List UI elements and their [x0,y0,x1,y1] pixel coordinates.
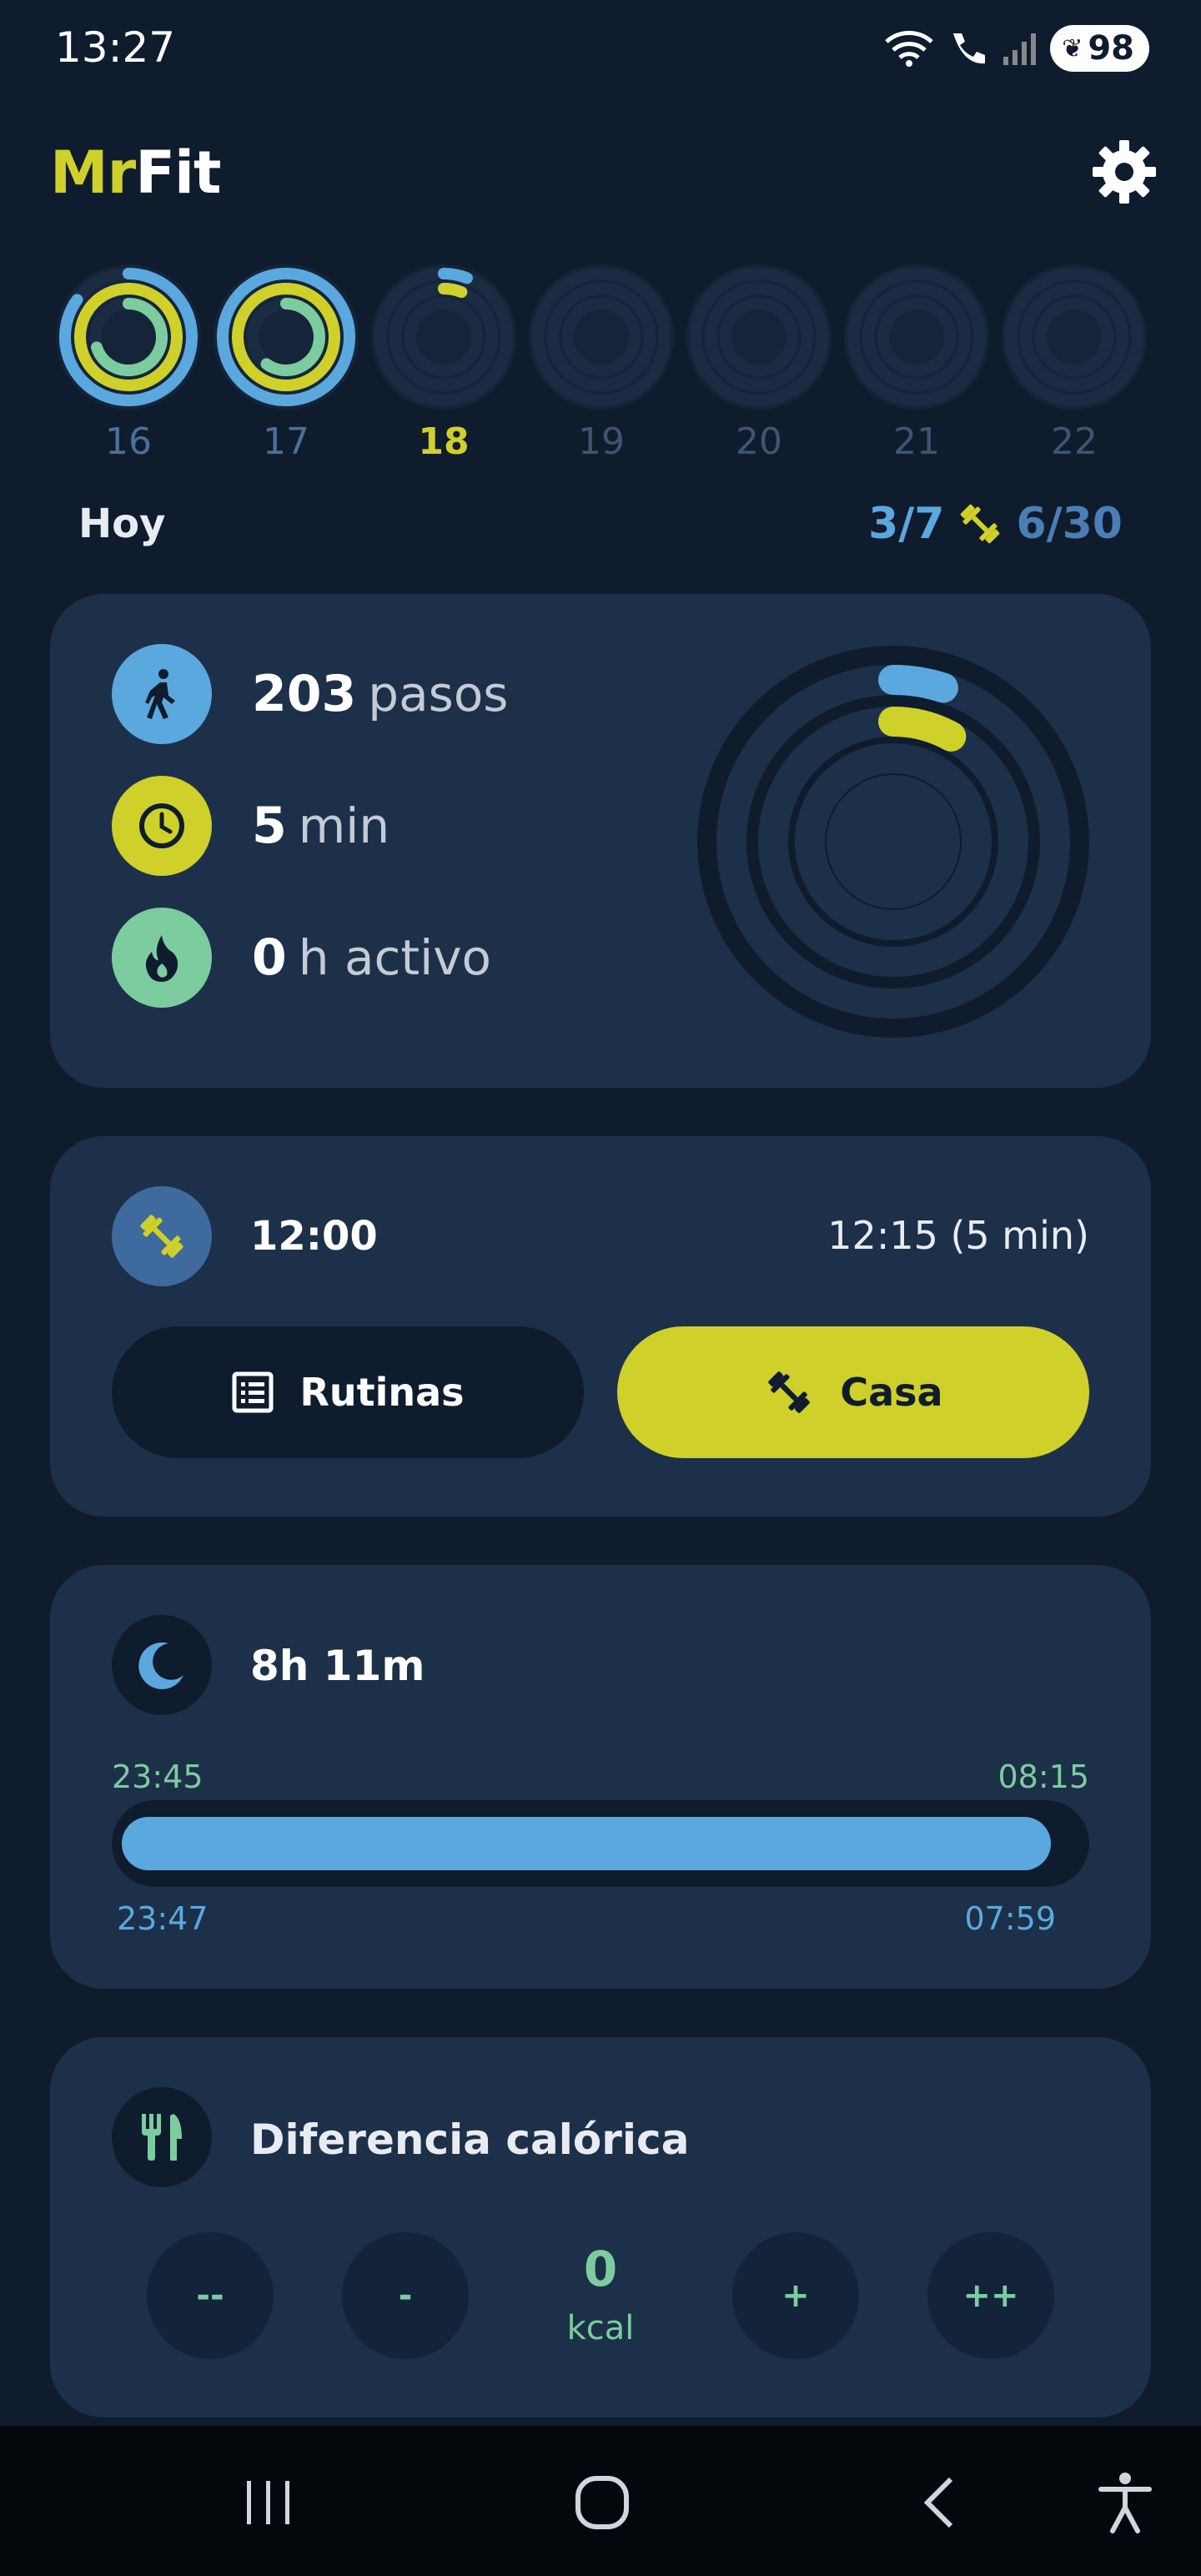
calorie-plus1-button[interactable]: + [732,2232,859,2359]
dumbbell-icon [961,504,1000,544]
flame-icon [112,908,212,1008]
sleep-bar-fill [122,1817,1051,1870]
day-rings [844,264,989,410]
sleep-actual-start: 23:47 [117,1900,209,1937]
routines-button[interactable]: Rutinas [112,1326,584,1458]
day-rings [56,264,201,410]
calorie-plus2-button[interactable]: ++ [927,2232,1054,2359]
signal-icon [1003,33,1037,65]
calorie-title: Diferencia calórica [250,2116,690,2164]
calorie-unit: kcal [566,2309,635,2347]
today-label: Hoy [78,501,166,547]
back-nav-icon[interactable] [917,2474,959,2531]
day-label: 21 [893,420,940,463]
day-16[interactable]: 16 [55,264,202,463]
day-18[interactable]: 18 [370,264,517,463]
wifi-call-icon [953,33,986,64]
home-label: Casa [840,1370,943,1415]
workout-end-time: 12:15 (5 min) [827,1213,1089,1258]
week-progress: 16 17 18 19 20 21 22 [55,264,1148,463]
steps-row: 203 pasos [112,644,509,744]
steps-value: 203 [252,665,357,723]
sleep-card[interactable]: 8h 11m 23:45 08:15 23:47 07:59 [50,1565,1151,1989]
battery-leaf-icon: ❦ [1062,33,1083,63]
clock-icon [112,776,212,876]
day-17[interactable]: 17 [213,264,359,463]
calorie-minus1-button[interactable]: - [342,2232,469,2359]
steps-unit: pasos [368,666,509,722]
activity-card[interactable]: 203 pasos 5 min 0h activo [50,594,1151,1088]
home-nav-icon[interactable] [574,2474,631,2531]
minutes-row: 5 min [112,776,389,876]
day-label: 22 [1051,420,1098,463]
day-label: 19 [578,420,625,463]
day-19[interactable]: 19 [528,264,675,463]
status-icons: ❦ 98 [883,25,1149,72]
day-21[interactable]: 21 [843,264,990,463]
activity-rings [697,646,1089,1038]
workout-card[interactable]: 12:00 12:15 (5 min) Rutinas Casa [50,1136,1151,1517]
home-workout-button[interactable]: Casa [617,1326,1089,1458]
system-navigation-bar [0,2426,1201,2576]
activity-ring-minutes-arc [878,707,967,752]
minutes-value: 5 [252,797,287,855]
dumbbell-icon [768,1371,811,1413]
day-rings [371,264,516,410]
sleep-bar-track [112,1800,1089,1887]
recent-apps-icon[interactable] [242,2476,295,2529]
battery-level: 98 [1088,29,1134,68]
day-label: 17 [263,420,309,463]
day-rings [686,264,832,410]
day-20[interactable]: 20 [686,264,832,463]
workout-dumbbell-icon [112,1186,212,1286]
app-logo: MrFit [50,138,221,207]
goal-summary: 3/7 6/30 [868,499,1123,549]
status-time: 13:27 [55,23,176,72]
logo-fit: Fit [135,138,221,207]
day-rings [529,264,674,410]
active-value: 0 [252,928,287,987]
routines-label: Rutinas [299,1370,465,1415]
fork-knife-icon [112,2087,212,2187]
minutes-unit: min [298,797,390,854]
workout-goal-count: 6/30 [1016,499,1123,549]
day-label: 18 [418,420,470,463]
day-label: 16 [105,420,152,463]
activity-ring-center [827,775,960,908]
day-label: 20 [736,420,782,463]
active-hours-row: 0h activo [112,908,491,1008]
sleep-target-start: 23:45 [112,1758,204,1795]
calorie-card[interactable]: Diferencia calórica -- - 0 kcal + ++ [50,2037,1151,2418]
sleep-target-end: 08:15 [997,1758,1089,1795]
day-ring-steps-arc [438,268,473,284]
logo-mr: Mr [50,138,136,207]
calorie-value: 0 [583,2241,618,2297]
accessibility-icon[interactable] [1098,2471,1153,2534]
day-rings [1002,264,1147,410]
activity-ring-steps-arc [878,665,958,703]
settings-gear-icon[interactable] [1091,138,1158,205]
weekly-goal-count: 3/7 [868,499,945,549]
list-icon [232,1371,274,1413]
active-unit: h activo [298,929,492,986]
moon-icon [112,1615,212,1715]
battery-indicator: ❦ 98 [1050,25,1149,72]
sleep-actual-end: 07:59 [964,1900,1056,1937]
walking-icon [112,644,212,744]
workout-start-time: 12:00 [250,1213,378,1260]
day-ring-minutes-arc [438,283,468,299]
wifi-icon [885,31,933,67]
sleep-duration: 8h 11m [250,1642,425,1690]
calorie-minus2-button[interactable]: -- [147,2232,274,2359]
day-22[interactable]: 22 [1001,264,1148,463]
day-rings [214,264,359,410]
